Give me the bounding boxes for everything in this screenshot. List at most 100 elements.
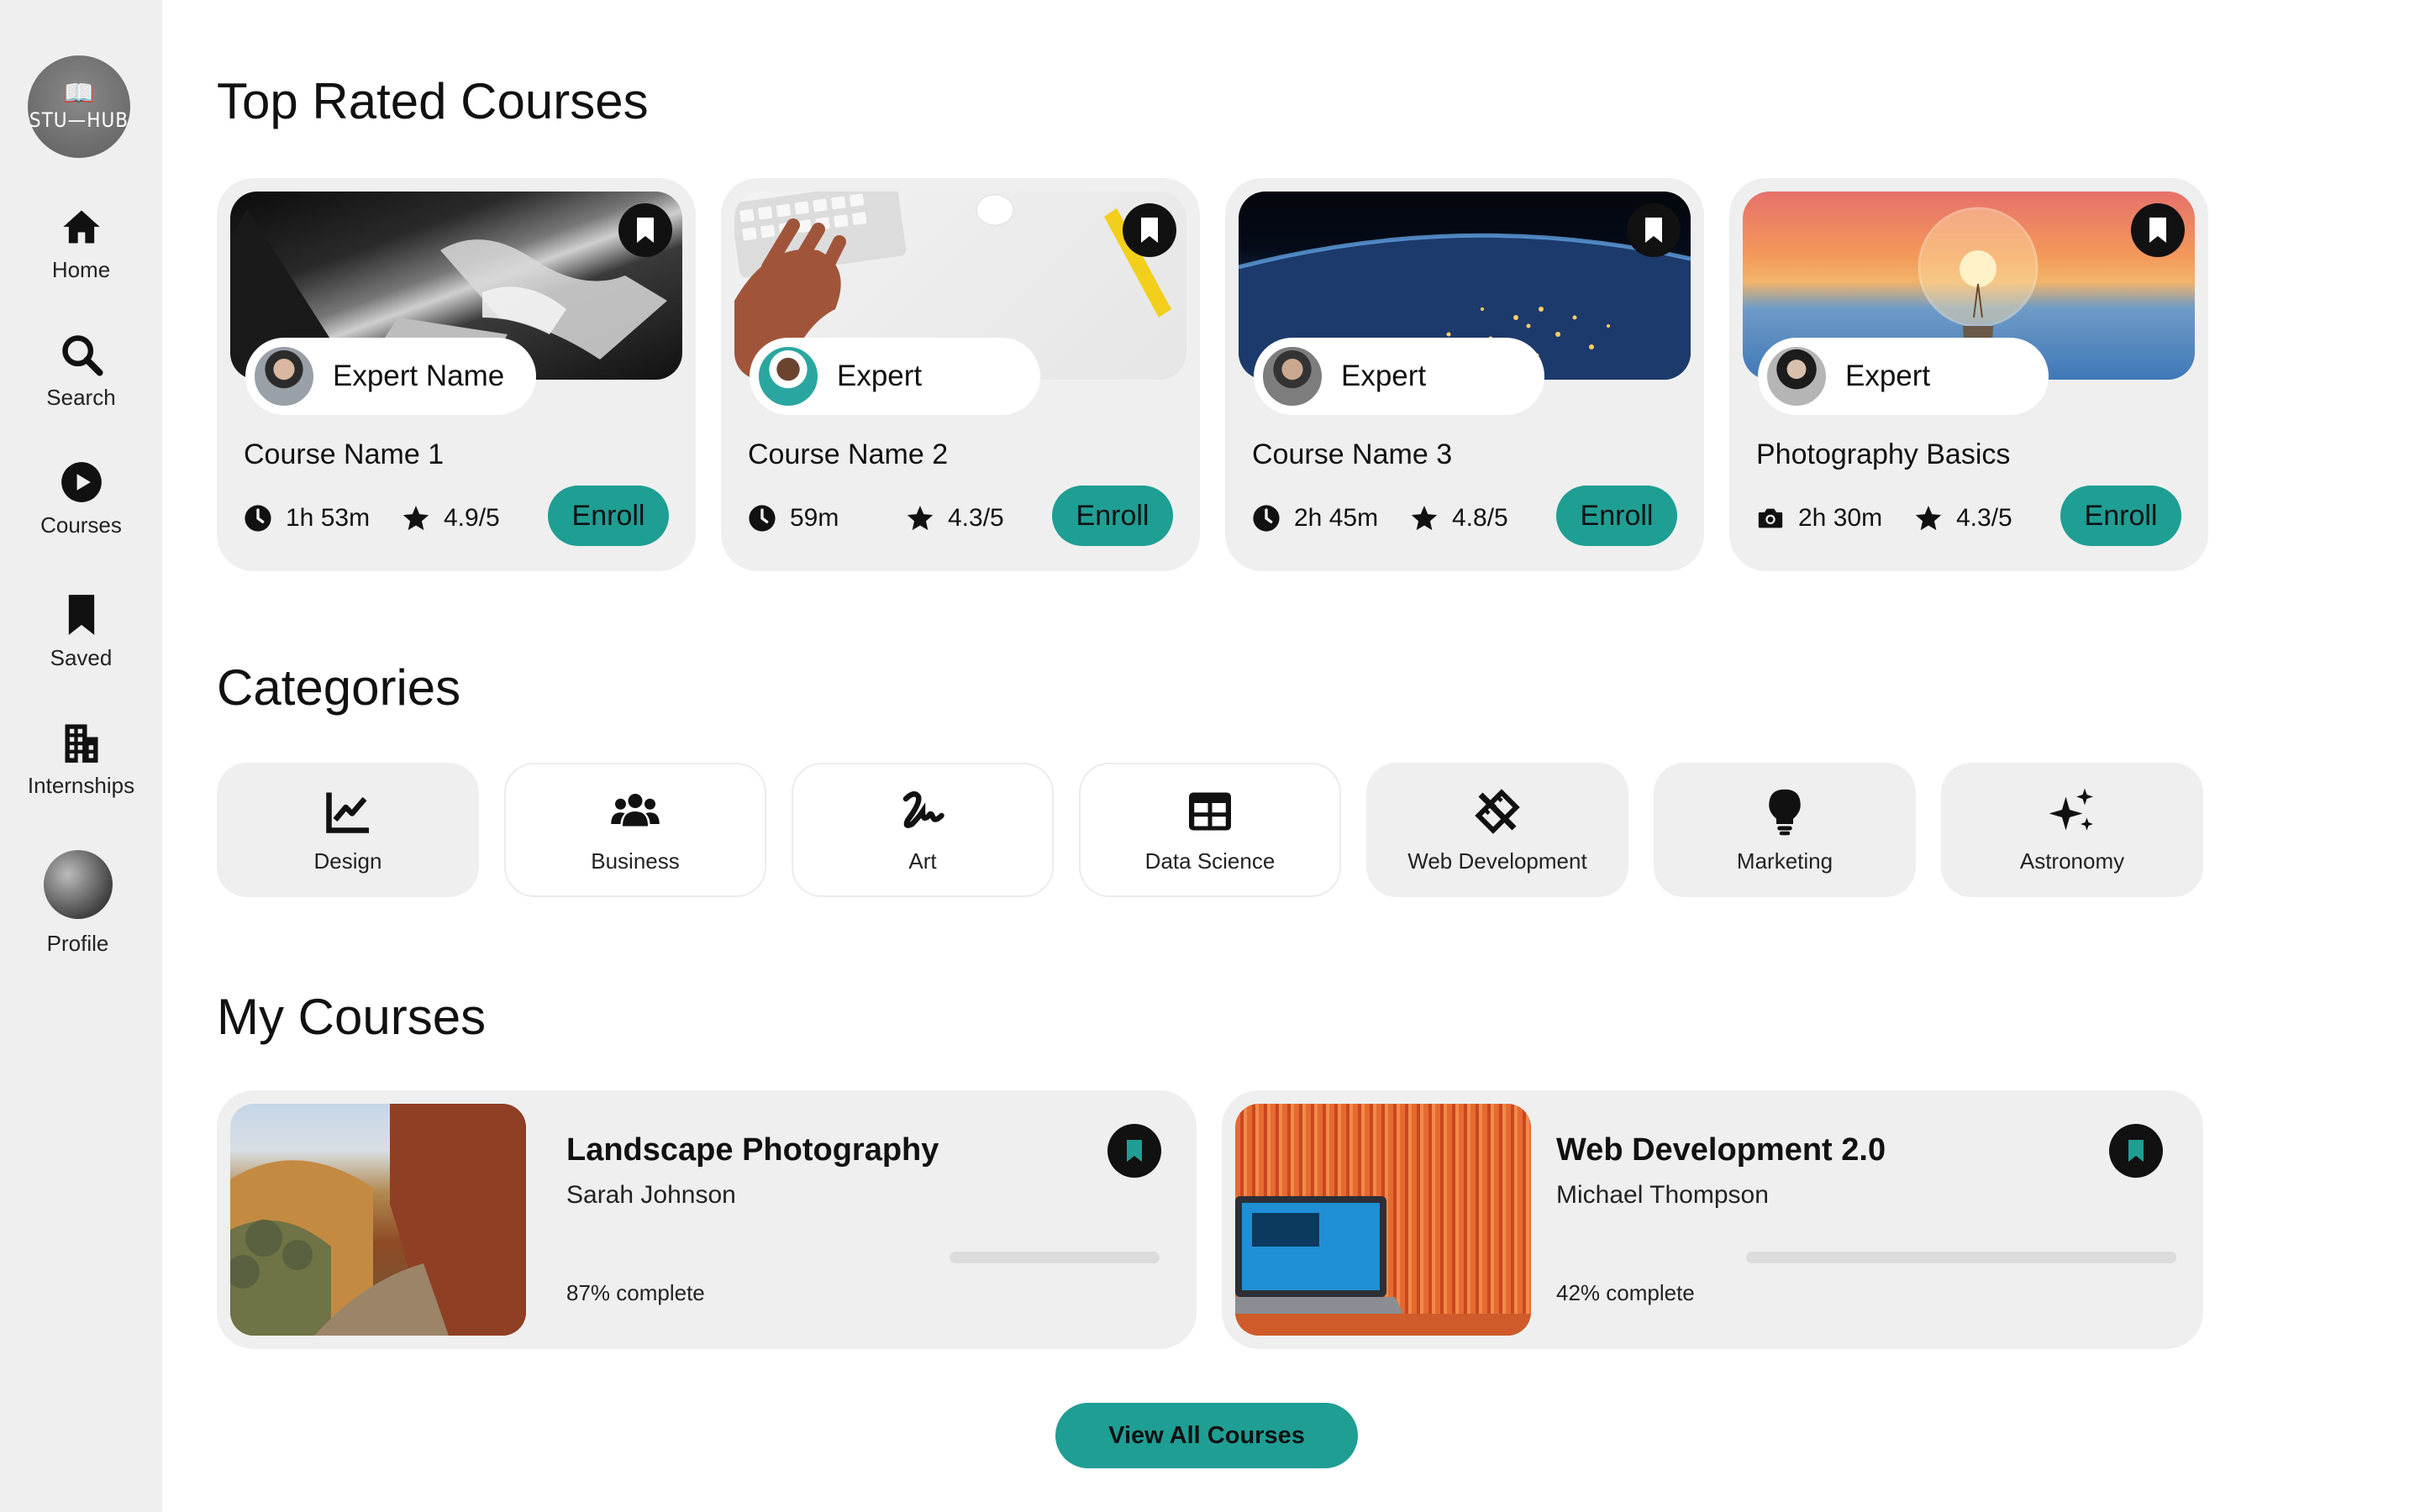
category-label: Art — [908, 848, 937, 874]
landscape-illustration — [230, 1104, 526, 1336]
clock-icon — [1252, 504, 1281, 533]
bookmark-button[interactable] — [1123, 203, 1176, 257]
course-rating: 4.3/5 — [1914, 504, 2012, 533]
course-card[interactable]: Expert Course Name 2 59m 4.3/5 Enroll — [721, 178, 1200, 571]
expert-badge: Expert — [1254, 338, 1544, 415]
my-course-card[interactable]: Landscape Photography Sarah Johnson 87% … — [217, 1090, 1197, 1349]
section-title-categories: Categories — [217, 659, 461, 716]
course-name: Course Name 3 — [1252, 438, 1453, 470]
course-meta: 2h 30m 4.3/5 — [1756, 504, 2012, 533]
course-duration: 2h 30m — [1798, 504, 1883, 532]
progress-bar — [1746, 1252, 2176, 1263]
course-name: Course Name 1 — [244, 438, 445, 470]
course-rating: 4.8/5 — [1410, 504, 1508, 533]
star-icon — [1410, 504, 1439, 533]
course-card[interactable]: Expert Name Course Name 1 1h 53m 4.9/5 E… — [217, 178, 696, 571]
signature-icon — [902, 790, 944, 828]
course-card[interactable]: Expert Photography Basics 2h 30m 4.3/5 E… — [1729, 178, 2208, 571]
category-marketing[interactable]: Marketing — [1654, 763, 1916, 897]
lightbulb-icon — [1769, 789, 1801, 835]
bookmark-icon — [634, 218, 656, 243]
sidebar-item-profile[interactable]: Profile — [0, 850, 159, 957]
sparkles-icon — [2049, 788, 2093, 830]
sidebar: 📖 STU—HUB Home Search Courses Saved Inte… — [0, 0, 162, 1512]
bookmark-button[interactable] — [1107, 1124, 1161, 1178]
course-name: Photography Basics — [1756, 438, 2011, 470]
enroll-button[interactable]: Enroll — [1052, 486, 1173, 546]
course-card[interactable]: Expert Course Name 3 2h 45m 4.8/5 Enroll — [1225, 178, 1704, 571]
tools-icon — [1475, 788, 1520, 834]
expert-name: Expert — [1341, 360, 1427, 392]
expert-badge: Expert — [750, 338, 1040, 415]
course-meta: 1h 53m 4.9/5 — [244, 504, 500, 533]
course-author: Michael Thompson — [1556, 1181, 1769, 1209]
course-name: Course Name 2 — [748, 438, 949, 470]
sidebar-item-internships[interactable]: Internships — [0, 721, 162, 799]
category-design[interactable]: Design — [217, 763, 479, 897]
enroll-button[interactable]: Enroll — [548, 486, 669, 546]
table-icon — [1189, 792, 1231, 830]
rating-value: 4.3/5 — [948, 504, 1004, 532]
category-web-development[interactable]: Web Development — [1366, 763, 1628, 897]
category-art[interactable]: Art — [792, 763, 1054, 897]
expert-name: Expert — [837, 360, 923, 392]
avatar — [43, 850, 113, 919]
sidebar-item-label: Profile — [46, 931, 109, 956]
laptop-illustration — [1235, 1196, 1531, 1336]
camera-icon — [1756, 504, 1785, 533]
category-label: Web Development — [1407, 848, 1587, 874]
star-icon — [402, 504, 430, 533]
expert-avatar — [756, 344, 820, 408]
course-duration: 2h 45m — [1294, 504, 1379, 532]
enroll-button[interactable]: Enroll — [1556, 486, 1677, 546]
category-business[interactable]: Business — [504, 763, 766, 897]
course-meta: 2h 45m 4.8/5 — [1252, 504, 1508, 533]
home-icon — [62, 210, 100, 244]
expert-avatar — [1765, 344, 1828, 408]
bookmark-button[interactable] — [2109, 1124, 2163, 1178]
expert-badge: Expert Name — [245, 338, 536, 415]
clock-icon — [244, 504, 272, 533]
expert-avatar — [252, 344, 316, 408]
category-label: Business — [591, 848, 680, 874]
expert-name: Expert Name — [333, 360, 505, 392]
expert-avatar — [1260, 344, 1324, 408]
bookmark-icon — [2147, 218, 2169, 243]
course-title: Web Development 2.0 — [1556, 1132, 1886, 1168]
category-label: Marketing — [1736, 848, 1833, 874]
search-icon — [61, 335, 103, 376]
section-title-my-courses: My Courses — [217, 989, 487, 1045]
course-rating: 4.3/5 — [906, 504, 1004, 533]
expert-badge: Expert — [1758, 338, 2049, 415]
sidebar-item-saved[interactable]: Saved — [0, 593, 162, 671]
category-astronomy[interactable]: Astronomy — [1941, 763, 2203, 897]
my-course-card[interactable]: Web Development 2.0 Michael Thompson 42%… — [1222, 1090, 2203, 1349]
bookmark-button[interactable] — [2131, 203, 2185, 257]
enroll-button[interactable]: Enroll — [2060, 486, 2181, 546]
view-all-courses-button[interactable]: View All Courses — [1055, 1403, 1358, 1468]
sidebar-item-label: Search — [46, 385, 116, 410]
course-rating: 4.9/5 — [402, 504, 500, 533]
sidebar-item-label: Internships — [27, 773, 135, 798]
bookmark-icon — [1127, 1140, 1142, 1162]
section-title-top-rated: Top Rated Courses — [217, 73, 649, 129]
building-icon — [65, 724, 97, 763]
bookmark-icon — [2128, 1140, 2144, 1162]
category-data-science[interactable]: Data Science — [1079, 763, 1341, 897]
progress-text: 87% complete — [566, 1280, 705, 1305]
sidebar-item-courses[interactable]: Courses — [0, 460, 162, 538]
bookmark-icon — [68, 595, 94, 635]
sidebar-item-home[interactable]: Home — [0, 205, 162, 283]
rating-value: 4.3/5 — [1956, 504, 2012, 532]
category-label: Data Science — [1144, 848, 1276, 874]
progress-bar — [950, 1252, 1160, 1263]
sidebar-item-search[interactable]: Search — [0, 333, 162, 411]
bookmark-button[interactable] — [1627, 203, 1681, 257]
bookmark-icon — [1643, 218, 1665, 243]
sidebar-item-label: Saved — [50, 645, 113, 670]
course-thumbnail — [230, 1104, 526, 1336]
rating-value: 4.8/5 — [1452, 504, 1508, 532]
stu-hub-logo[interactable]: 📖 STU—HUB — [28, 55, 130, 158]
clock-icon — [748, 504, 776, 533]
bookmark-button[interactable] — [618, 203, 672, 257]
